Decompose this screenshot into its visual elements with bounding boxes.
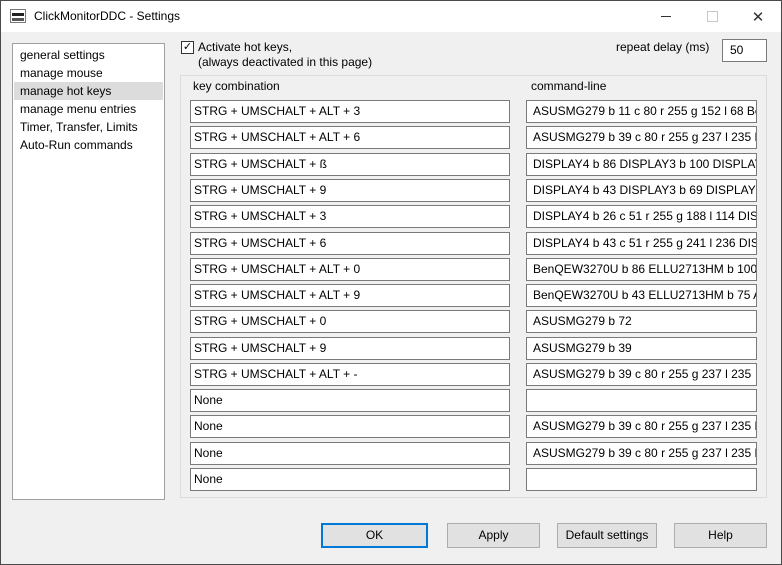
hotkey-key-field[interactable]: STRG + UMSCHALT + ALT + 0 bbox=[190, 258, 510, 281]
hotkey-key-field[interactable]: STRG + UMSCHALT + ALT + 3 bbox=[190, 100, 510, 123]
minimize-icon bbox=[661, 16, 671, 17]
maximize-button bbox=[689, 1, 735, 32]
hotkey-key-field[interactable]: STRG + UMSCHALT + ALT + 6 bbox=[190, 126, 510, 149]
key-combination-header: key combination bbox=[193, 79, 280, 93]
hotkey-command-field[interactable]: DISPLAY4 b 43 DISPLAY3 b 69 DISPLAY1 b 3 bbox=[526, 179, 757, 202]
sidebar-item-general-settings[interactable]: general settings bbox=[14, 46, 163, 64]
apply-button[interactable]: Apply bbox=[447, 523, 540, 548]
sidebar-item-timer-transfer-limits[interactable]: Timer, Transfer, Limits bbox=[14, 118, 163, 136]
hotkey-key-field[interactable]: None bbox=[190, 389, 510, 412]
sidebar-item-auto-run-commands[interactable]: Auto-Run commands bbox=[14, 136, 163, 154]
close-icon: ✕ bbox=[751, 8, 765, 26]
window-title: ClickMonitorDDC - Settings bbox=[34, 9, 181, 23]
repeat-delay-label: repeat delay (ms) bbox=[616, 40, 710, 54]
hotkey-key-field[interactable]: STRG + UMSCHALT + ß bbox=[190, 153, 510, 176]
sidebar-item-manage-mouse[interactable]: manage mouse bbox=[14, 64, 163, 82]
hotkey-key-field[interactable]: STRG + UMSCHALT + ALT + - bbox=[190, 363, 510, 386]
sidebar-item-manage-menu-entries[interactable]: manage menu entries bbox=[14, 100, 163, 118]
hotkey-key-field[interactable]: STRG + UMSCHALT + 9 bbox=[190, 337, 510, 360]
repeat-delay-input[interactable]: 50 bbox=[722, 39, 767, 62]
hotkey-command-field[interactable]: DISPLAY4 b 26 c 51 r 255 g 188 l 114 DIS… bbox=[526, 205, 757, 228]
default-settings-button[interactable]: Default settings bbox=[557, 523, 657, 548]
maximize-icon bbox=[706, 11, 718, 22]
ok-button[interactable]: OK bbox=[321, 523, 428, 548]
activate-hot-keys-label-line2: (always deactivated in this page) bbox=[198, 55, 373, 69]
hotkey-command-field[interactable]: DISPLAY4 b 43 c 51 r 255 g 241 l 236 DIS… bbox=[526, 232, 757, 255]
hotkey-command-field[interactable]: ASUSMG279 b 39 c 80 r 255 g 237 l 235 Be… bbox=[526, 126, 757, 149]
hotkey-command-field[interactable]: BenQEW3270U b 86 ELLU2713HM b 100 AS bbox=[526, 258, 757, 281]
hotkey-command-field[interactable]: BenQEW3270U b 43 ELLU2713HM b 75 ASU bbox=[526, 284, 757, 307]
hotkey-key-field[interactable]: None bbox=[190, 442, 510, 465]
activate-hot-keys-label[interactable]: Activate hot keys, (always deactivated i… bbox=[198, 40, 372, 70]
hotkey-command-field[interactable]: ASUSMG279 b 39 c 80 r 255 g 237 l 235 bbox=[526, 363, 757, 386]
activate-hot-keys-label-line1: Activate hot keys, bbox=[198, 40, 293, 54]
hotkey-command-field[interactable]: ASUSMG279 b 39 c 80 r 255 g 237 l 235 Be… bbox=[526, 415, 757, 438]
close-button[interactable]: ✕ bbox=[735, 1, 781, 32]
hotkey-key-field[interactable]: STRG + UMSCHALT + 0 bbox=[190, 310, 510, 333]
hotkey-key-field[interactable]: STRG + UMSCHALT + 9 bbox=[190, 179, 510, 202]
hotkey-key-field[interactable]: STRG + UMSCHALT + 6 bbox=[190, 232, 510, 255]
hotkey-command-field[interactable]: DISPLAY4 b 86 DISPLAY3 b 100 DISPLAY1 b bbox=[526, 153, 757, 176]
app-monitor-icon bbox=[10, 9, 26, 23]
hotkey-command-field[interactable]: ASUSMG279 b 39 c 80 r 255 g 237 l 235 Be… bbox=[526, 442, 757, 465]
command-line-header: command-line bbox=[531, 79, 607, 93]
hotkey-command-field[interactable] bbox=[526, 468, 757, 491]
hotkey-key-field[interactable]: STRG + UMSCHALT + ALT + 9 bbox=[190, 284, 510, 307]
help-button[interactable]: Help bbox=[674, 523, 767, 548]
hotkey-key-field[interactable]: STRG + UMSCHALT + 3 bbox=[190, 205, 510, 228]
settings-category-list[interactable]: general settings manage mouse manage hot… bbox=[12, 43, 165, 500]
hotkey-command-field[interactable]: ASUSMG279 b 11 c 80 r 255 g 152 l 68 Ben… bbox=[526, 100, 757, 123]
hotkey-key-field[interactable]: None bbox=[190, 415, 510, 438]
hotkey-command-field[interactable]: ASUSMG279 b 39 bbox=[526, 337, 757, 360]
sidebar-item-manage-hot-keys[interactable]: manage hot keys bbox=[14, 82, 163, 100]
hotkey-key-field[interactable]: None bbox=[190, 468, 510, 491]
title-bar[interactable]: ClickMonitorDDC - Settings ✕ bbox=[1, 1, 781, 32]
minimize-button[interactable] bbox=[643, 1, 689, 32]
activate-hot-keys-checkbox[interactable]: ✓ bbox=[181, 41, 194, 54]
hotkey-command-field[interactable]: ASUSMG279 b 72 bbox=[526, 310, 757, 333]
hotkey-command-field[interactable] bbox=[526, 389, 757, 412]
